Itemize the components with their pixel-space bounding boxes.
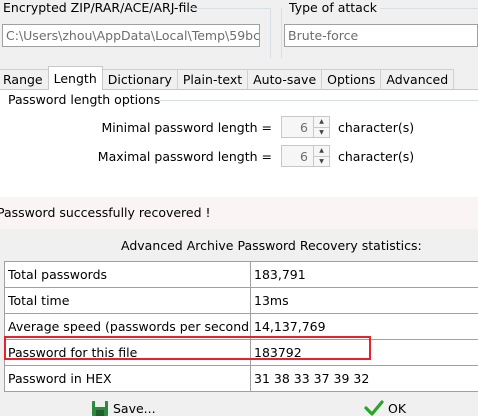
archive-path-field[interactable]: C:\Users\zhou\AppData\Local\Temp\59bc (2, 24, 260, 47)
spin-up-icon[interactable]: ▲ (314, 117, 329, 127)
tab-auto-save[interactable]: Auto-save (247, 69, 323, 90)
tab-range[interactable]: Range (0, 69, 49, 90)
spin-down-icon[interactable]: ▼ (314, 155, 329, 167)
spin-up-icon[interactable]: ▲ (314, 146, 329, 156)
attack-type-select[interactable]: Brute-force (284, 24, 478, 47)
group-border (380, 8, 478, 9)
save-button-label: Save... (113, 400, 156, 416)
max-length-value[interactable]: 6 (282, 149, 313, 164)
spin-down-icon[interactable]: ▼ (314, 126, 329, 138)
group-border (190, 8, 270, 9)
max-length-unit: character(s) (338, 149, 415, 164)
statistics-table: Total passwords 183,791 Total time 13ms … (4, 261, 478, 392)
min-length-stepper[interactable]: 6 ▲ ▼ (281, 116, 330, 138)
password-highlight-box (4, 336, 371, 360)
table-row: Password in HEX 31 38 33 37 39 32 (4, 365, 478, 392)
checkmark-icon (364, 400, 384, 416)
tab-advanced[interactable]: Advanced (380, 69, 455, 90)
min-length-value[interactable]: 6 (282, 120, 313, 135)
success-message: Password successfully recovered ! (0, 205, 211, 220)
min-length-unit: character(s) (338, 120, 415, 135)
max-length-label: Maximal password length = (97, 149, 272, 164)
encrypted-file-group-label: Encrypted ZIP/RAR/ACE/ARJ-file (3, 0, 198, 15)
attack-type-group-label: Type of attack (289, 0, 377, 15)
group-border (270, 8, 271, 58)
floppy-disk-icon (92, 401, 108, 416)
stats-title: Advanced Archive Password Recovery stati… (121, 238, 422, 253)
stat-value: 183,791 (250, 261, 478, 288)
tab-plain-text[interactable]: Plain-text (176, 69, 249, 90)
ok-button[interactable]: OK (364, 400, 406, 416)
save-button[interactable]: Save... (91, 400, 156, 416)
dialog-header: Password successfully recovered ! (0, 197, 478, 229)
tab-length[interactable]: Length (47, 66, 103, 90)
ok-button-label: OK (388, 400, 407, 416)
min-length-label: Minimal password length = (101, 120, 272, 135)
stat-label: Total time (4, 287, 251, 314)
group-border (160, 100, 478, 101)
table-row: Total passwords 183,791 (4, 261, 478, 288)
length-options-group-label: Password length options (8, 92, 161, 107)
stat-value: 31 38 33 37 39 32 (250, 365, 478, 392)
options-tabs: Range Length Dictionary Plain-text Auto-… (0, 66, 455, 90)
group-border (281, 8, 282, 58)
stat-label: Total passwords (4, 261, 251, 288)
tab-dictionary[interactable]: Dictionary (101, 69, 178, 90)
stat-value: 13ms (250, 287, 478, 314)
stat-label: Password in HEX (4, 365, 251, 392)
max-length-stepper[interactable]: 6 ▲ ▼ (281, 145, 330, 167)
table-row: Total time 13ms (4, 287, 478, 314)
tab-options[interactable]: Options (321, 69, 382, 90)
